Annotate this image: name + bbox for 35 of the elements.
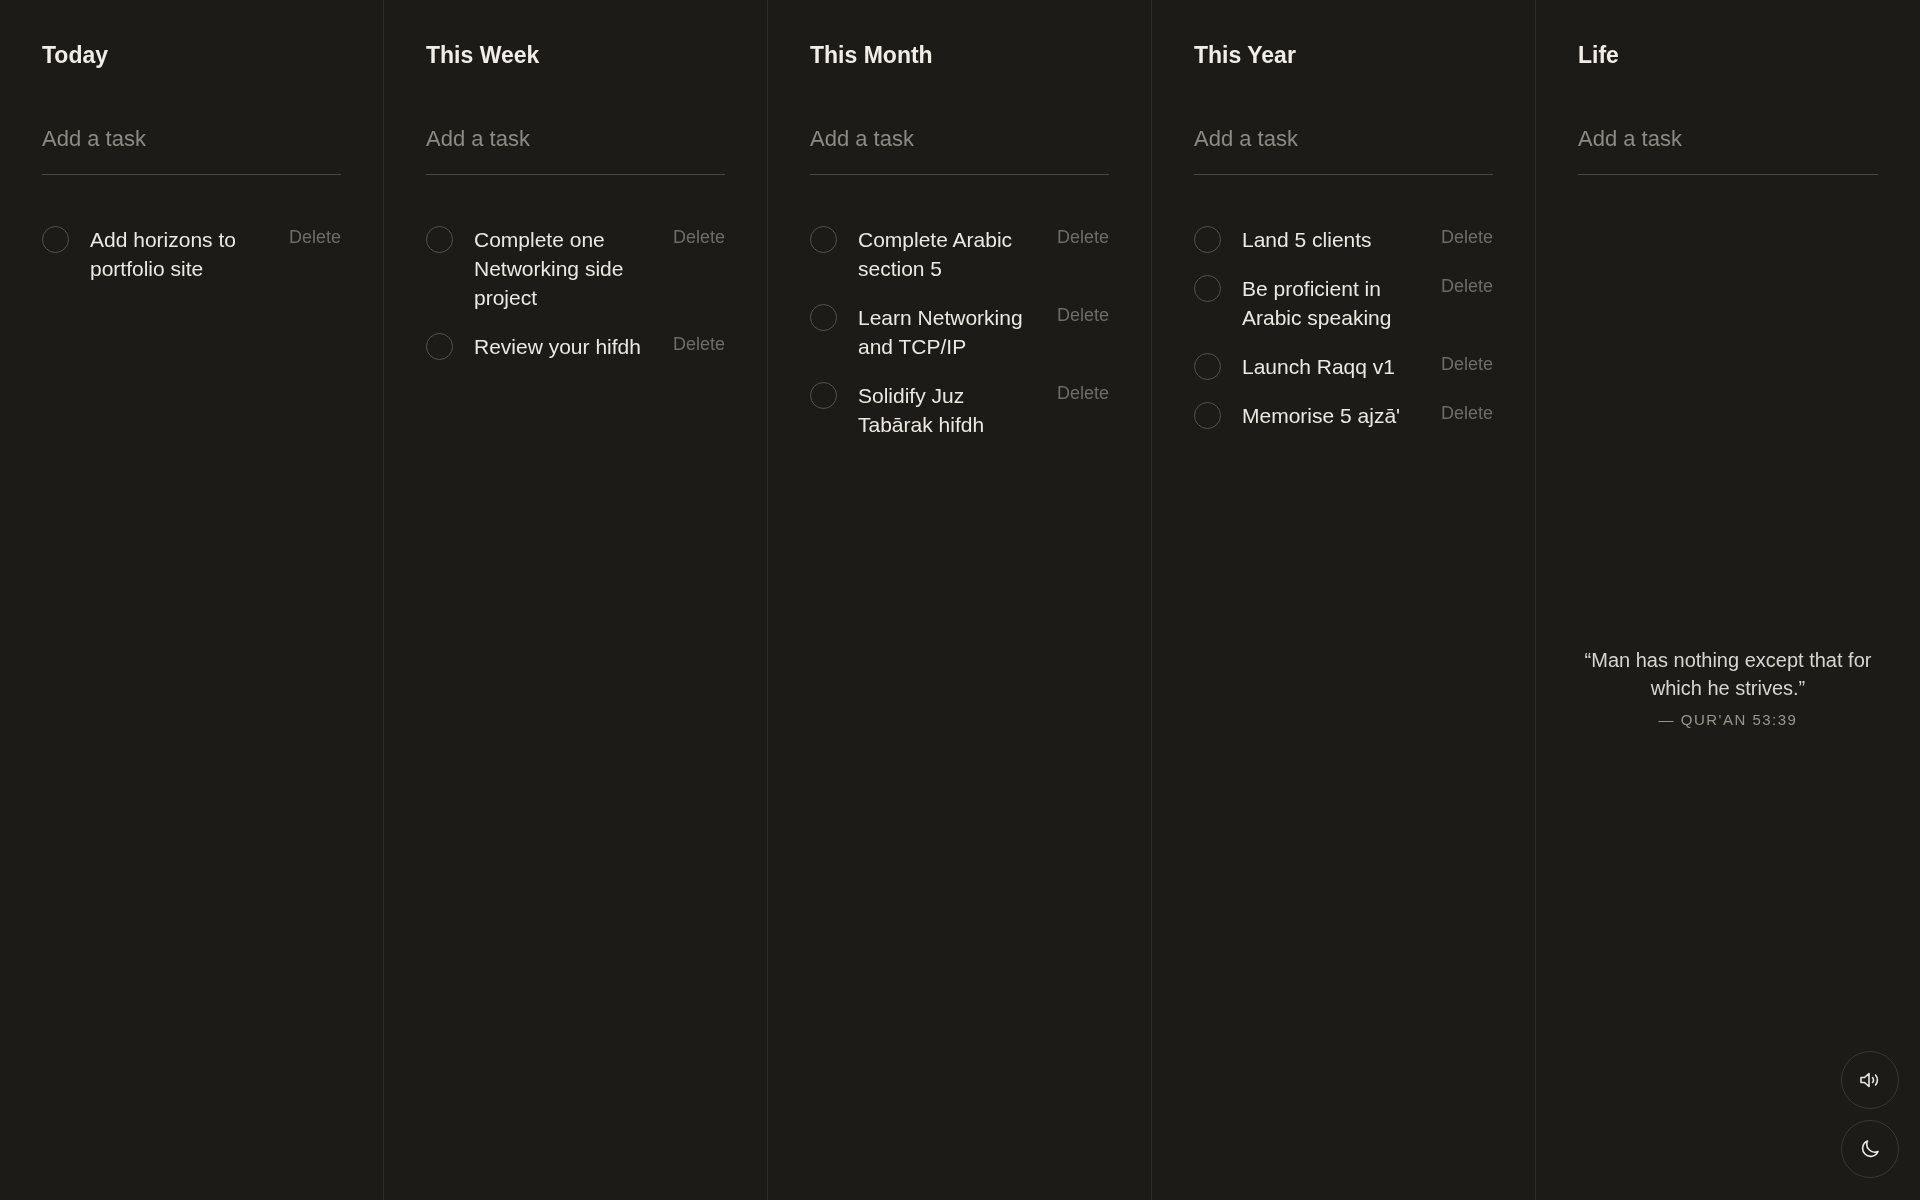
task-text: Be proficient in Arabic speaking: [1242, 276, 1393, 331]
speaker-icon: [1860, 1072, 1880, 1088]
task-text: Solidify Juz Tabārak hifdh: [858, 383, 986, 438]
task-text: Complete one Networking side project: [474, 227, 625, 311]
moon-icon: [1861, 1140, 1879, 1158]
task-input[interactable]: Add a task: [810, 114, 1109, 175]
task-text: Complete Arabic section 5: [858, 227, 1014, 282]
task-text: Add horizons to portfolio site: [90, 227, 237, 282]
column-title: This Week: [426, 41, 540, 70]
task-input[interactable]: Add a task: [426, 114, 725, 175]
delete-button[interactable]: Delete: [1056, 303, 1109, 327]
delete-button[interactable]: Delete: [1440, 225, 1493, 249]
task-input[interactable]: Add a task: [1578, 114, 1878, 175]
quote-text: “Man has nothing except that for which he strives.”: [1583, 647, 1873, 701]
task-input[interactable]: Add a task: [42, 114, 341, 175]
quote-source: — QUR'AN 53:39: [1658, 709, 1798, 730]
column-title: This Year: [1194, 41, 1296, 70]
task-text: Learn Networking and TCP/IP: [858, 305, 1024, 360]
column-title: This Month: [810, 41, 933, 70]
delete-button[interactable]: Delete: [672, 332, 725, 356]
task-text: Memorise 5 ajzā': [1242, 403, 1402, 429]
task-text: Review your hifdh: [474, 334, 642, 360]
delete-button[interactable]: Delete: [672, 225, 725, 249]
delete-button[interactable]: Delete: [1440, 274, 1493, 298]
delete-button[interactable]: Delete: [1056, 381, 1109, 405]
checkbox[interactable]: [1194, 402, 1221, 429]
delete-button[interactable]: Delete: [1056, 225, 1109, 249]
delete-button[interactable]: Delete: [1440, 401, 1493, 425]
task-input[interactable]: Add a task: [1194, 114, 1493, 175]
delete-button[interactable]: Delete: [288, 225, 341, 249]
column-title: Life: [1578, 41, 1619, 70]
column-title: Today: [42, 41, 109, 70]
delete-button[interactable]: Delete: [1440, 352, 1493, 376]
task-text: Launch Raqq v1: [1242, 354, 1396, 380]
task-text: Land 5 clients: [1242, 227, 1373, 253]
